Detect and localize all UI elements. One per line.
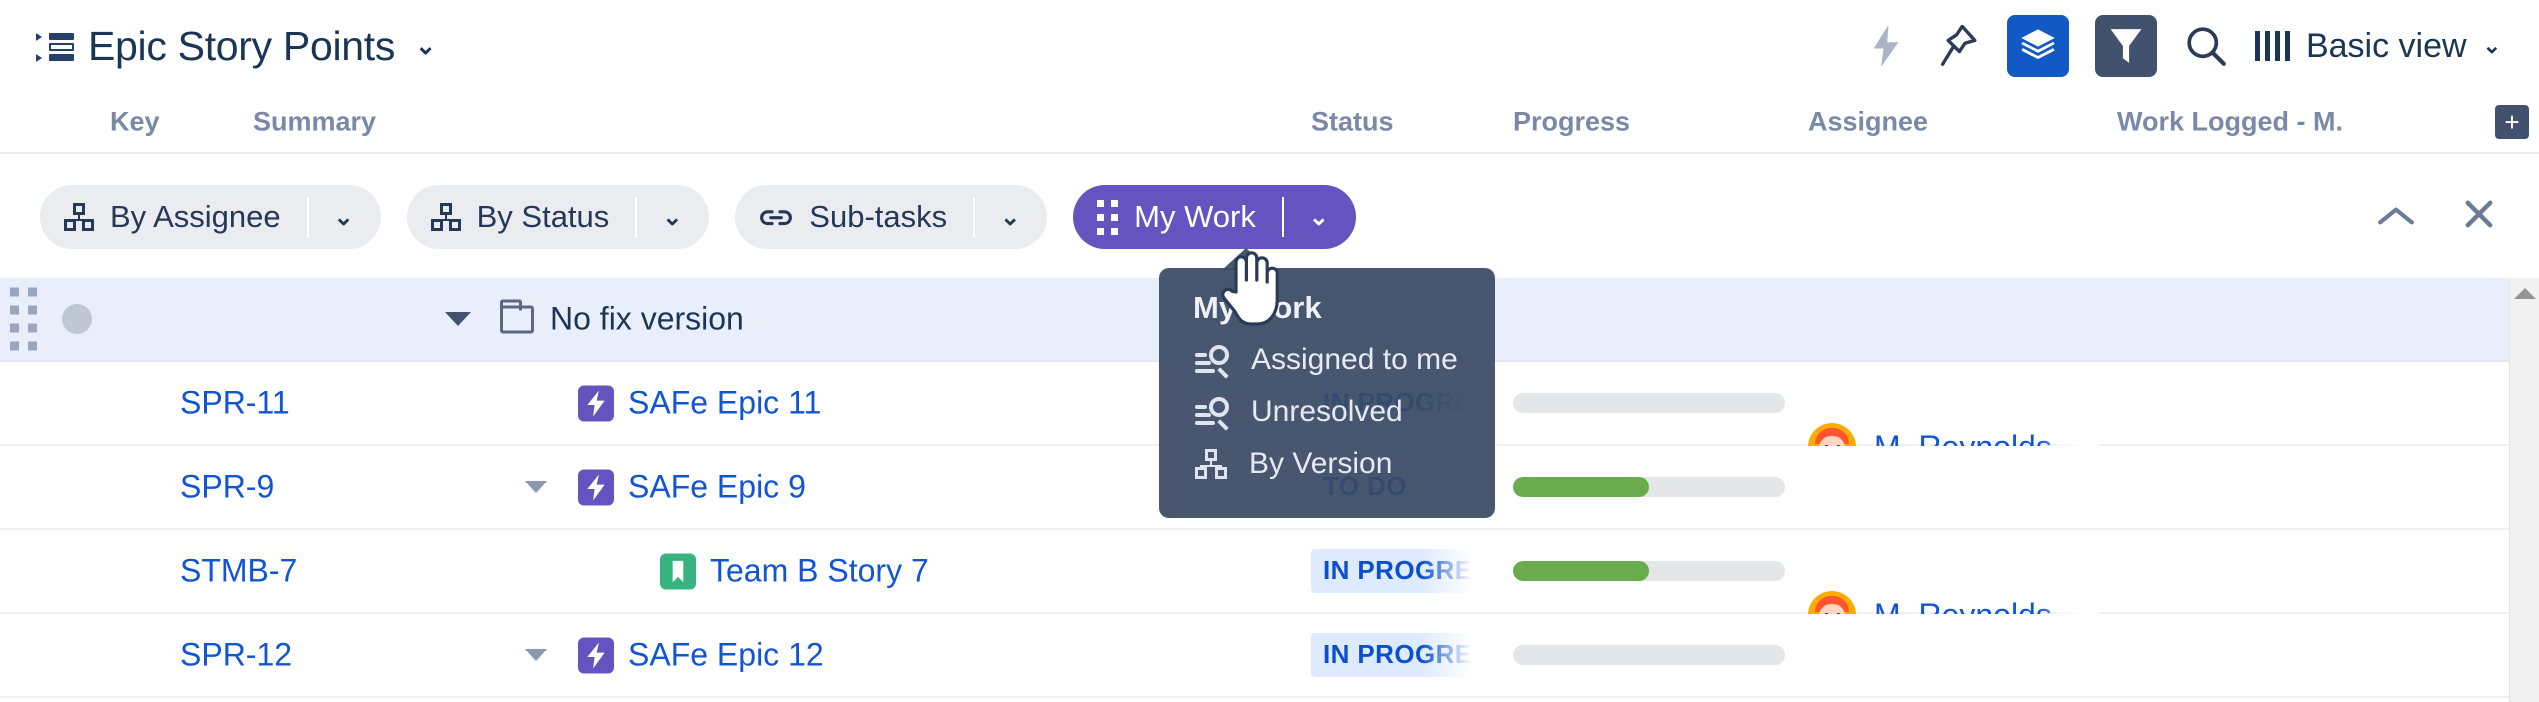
issue-key-link[interactable]: SPR-12: [180, 637, 292, 674]
menu-item-unresolved[interactable]: Unresolved: [1159, 386, 1495, 438]
layers-icon[interactable]: [2007, 15, 2069, 77]
filter-pill-my-work-dropdown[interactable]: ⌄: [1282, 185, 1356, 249]
column-header-summary[interactable]: Summary: [253, 107, 376, 138]
column-header-work-logged[interactable]: Work Logged - M.: [2117, 107, 2343, 138]
filter-icon[interactable]: [2095, 15, 2157, 77]
expander-triangle-icon[interactable]: [525, 649, 547, 661]
column-header-assignee[interactable]: Assignee: [1808, 107, 1928, 138]
progress-bar: [1513, 393, 1785, 413]
progress-bar: [1513, 561, 1785, 581]
column-header-progress[interactable]: Progress: [1513, 107, 1630, 138]
view-selector[interactable]: Basic view ⌄: [2255, 27, 2501, 66]
columns-icon: [2255, 31, 2290, 61]
filter-pill-sub-tasks-dropdown[interactable]: ⌄: [973, 185, 1047, 249]
search-icon[interactable]: [2183, 23, 2229, 69]
filter-pill-label: By Status: [477, 199, 610, 235]
progress-bar: [1513, 645, 1785, 665]
menu-item-label: By Version: [1249, 447, 1392, 481]
filter-pill-by-assignee[interactable]: By Assignee: [40, 185, 307, 249]
column-header-row: Key Summary Status Progress Assignee Wor…: [0, 92, 2539, 154]
filter-pill-by-status[interactable]: By Status: [407, 185, 636, 249]
hierarchy-icon: [64, 203, 94, 231]
progress-bar: [1513, 477, 1785, 497]
group-marker-icon: [62, 304, 92, 334]
text-truncation-fade: [1421, 549, 1481, 593]
view-label: Basic view: [2306, 27, 2467, 66]
menu-title: My Work: [1159, 268, 1495, 334]
top-bar-actions: Basic view ⌄: [1863, 15, 2501, 77]
menu-item-label: Unresolved: [1251, 395, 1403, 429]
epic-bolt-icon: [578, 637, 614, 673]
column-header-key[interactable]: Key: [110, 107, 160, 138]
issue-summary-link[interactable]: SAFe Epic 11: [628, 385, 821, 422]
chevron-down-icon[interactable]: ⌄: [2483, 33, 2501, 59]
issue-summary-link[interactable]: Team B Story 7: [710, 553, 929, 590]
board-structure-icon: [36, 30, 74, 62]
epic-bolt-icon: [578, 469, 614, 505]
filter-pill-by-assignee-dropdown[interactable]: ⌄: [307, 185, 381, 249]
board-title-block[interactable]: Epic Story Points ⌄: [36, 23, 436, 70]
my-work-dropdown-menu: My Work Assigned to me Unresolved By Ver…: [1159, 268, 1495, 518]
menu-item-by-version[interactable]: By Version: [1159, 438, 1495, 490]
table-row[interactable]: STMB-7 Team B Story 7 IN PROGRESS: [0, 530, 2539, 614]
search-person-icon: [1195, 397, 1229, 427]
page-title: Epic Story Points: [88, 23, 395, 70]
vertical-scrollbar[interactable]: [2509, 278, 2539, 702]
menu-item-assigned-to-me[interactable]: Assigned to me: [1159, 334, 1495, 386]
expander-triangle-icon[interactable]: [525, 481, 547, 493]
search-person-icon: [1195, 345, 1229, 375]
structure-grid-app: Epic Story Points ⌄ Basi: [0, 0, 2539, 702]
table-row[interactable]: SPR-12 SAFe Epic 12 IN PROGRESS: [0, 614, 2539, 698]
issue-key-link[interactable]: SPR-11: [180, 385, 290, 422]
triangle-down-icon[interactable]: [445, 312, 471, 326]
add-column-button[interactable]: +: [2495, 105, 2529, 139]
issue-key-link[interactable]: SPR-9: [180, 469, 274, 506]
chevron-down-icon[interactable]: ⌄: [415, 31, 436, 61]
filter-pill-label: My Work: [1134, 199, 1256, 235]
top-bar: Epic Story Points ⌄ Basi: [0, 0, 2539, 92]
link-icon: [759, 202, 793, 232]
menu-item-label: Assigned to me: [1251, 343, 1458, 377]
story-bookmark-icon: [660, 553, 696, 589]
column-header-status[interactable]: Status: [1311, 107, 1394, 138]
lightning-icon[interactable]: [1863, 23, 1909, 69]
filter-bar-controls: [2377, 198, 2495, 236]
group-label: No fix version: [550, 301, 744, 338]
scroll-up-arrow-icon[interactable]: [2514, 288, 2536, 299]
mouse-cursor-pointer: [1218, 248, 1280, 333]
filter-pill-by-status-dropdown[interactable]: ⌄: [635, 185, 709, 249]
hierarchy-icon: [431, 203, 461, 231]
hierarchy-icon: [1195, 449, 1227, 479]
issue-key-link[interactable]: STMB-7: [180, 553, 297, 590]
folder-icon: [500, 305, 534, 333]
filter-pill-label: By Assignee: [110, 199, 281, 235]
drag-grip-icon[interactable]: [10, 288, 37, 351]
epic-bolt-icon: [578, 385, 614, 421]
issue-summary-link[interactable]: SAFe Epic 9: [628, 469, 806, 506]
filter-pill-my-work[interactable]: My Work: [1073, 185, 1282, 249]
collapse-filter-bar-button[interactable]: [2377, 200, 2415, 234]
drag-dots-icon: [1097, 200, 1118, 235]
filter-pill-label: Sub-tasks: [809, 199, 947, 235]
text-truncation-fade: [1421, 633, 1481, 677]
filter-pill-sub-tasks[interactable]: Sub-tasks: [735, 185, 973, 249]
quick-filter-pills: By Assignee ⌄ By Status ⌄ Sub-task: [40, 185, 1382, 249]
issue-summary-link[interactable]: SAFe Epic 12: [628, 637, 824, 674]
close-filter-bar-button[interactable]: [2463, 198, 2495, 236]
pin-icon[interactable]: [1935, 23, 1981, 69]
